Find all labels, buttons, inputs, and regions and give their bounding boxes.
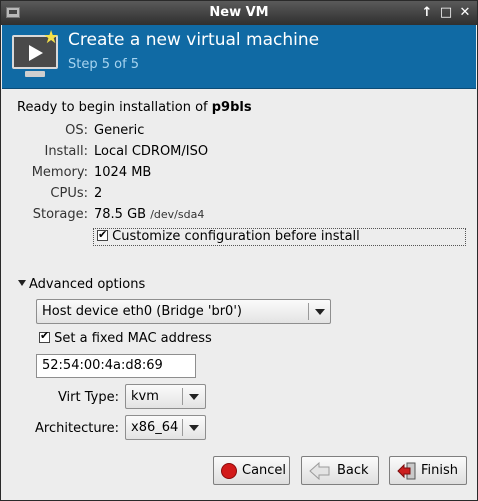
maximize-button[interactable]: □: [437, 4, 455, 22]
storage-value: 78.5 GB /dev/sda4: [94, 207, 205, 222]
cancel-button[interactable]: Cancel: [213, 456, 290, 485]
fixed-mac-label: Set a fixed MAC address: [54, 331, 212, 346]
os-value: Generic: [94, 123, 145, 138]
install-label: Install:: [44, 144, 88, 159]
checkbox-icon: [97, 227, 108, 243]
expander-triangle-icon: [18, 280, 26, 286]
architecture-value: x86_64: [131, 420, 179, 435]
architecture-select[interactable]: x86_64: [125, 415, 206, 440]
storage-device: /dev/sda4: [150, 208, 205, 221]
finish-button[interactable]: Finish: [389, 456, 467, 485]
cpus-value: 2: [94, 186, 103, 201]
back-button[interactable]: Back: [301, 456, 379, 485]
star-icon: ★: [43, 27, 60, 48]
customize-label: Customize configuration before install: [112, 229, 360, 244]
storage-label: Storage:: [32, 207, 88, 222]
finish-label: Finish: [421, 463, 459, 478]
virt-type-select[interactable]: kvm: [125, 384, 206, 409]
close-button[interactable]: ✕: [456, 4, 474, 22]
wizard-banner: ★ Create a new virtual machine Step 5 of…: [2, 25, 476, 89]
chevron-down-icon: [189, 394, 199, 400]
new-vm-window: New VM ↑ □ ✕ ★ Create a new virtual mach…: [0, 0, 478, 501]
os-label: OS:: [65, 123, 88, 138]
install-value: Local CDROM/ISO: [94, 144, 209, 159]
customize-before-install-checkbox[interactable]: Customize configuration before install: [93, 227, 466, 246]
ready-text: Ready to begin installation of p9bls: [17, 100, 252, 115]
network-select-value: Host device eth0 (Bridge 'br0'): [42, 304, 242, 319]
wizard-headline: Create a new virtual machine: [68, 30, 320, 50]
chevron-down-icon: [189, 425, 199, 431]
cpus-label: CPUs:: [50, 186, 88, 201]
cancel-label: Cancel: [242, 463, 287, 478]
back-label: Back: [337, 463, 369, 478]
back-arrow-icon: [309, 462, 330, 480]
memory-label: Memory:: [31, 165, 88, 180]
shade-button[interactable]: ↑: [418, 4, 436, 22]
title-bar[interactable]: New VM ↑ □ ✕: [1, 1, 477, 25]
advanced-options-expander[interactable]: Advanced options: [18, 277, 145, 292]
wizard-step: Step 5 of 5: [68, 57, 140, 72]
chevron-down-icon: [315, 309, 325, 315]
checkbox-icon: [39, 329, 50, 343]
architecture-label: Architecture:: [35, 421, 119, 436]
advanced-options-label: Advanced options: [29, 277, 146, 292]
mac-address-field[interactable]: 52:54:00:4a:d8:69: [36, 354, 196, 378]
finish-door-icon: [397, 462, 416, 480]
fixed-mac-checkbox[interactable]: Set a fixed MAC address: [39, 329, 212, 346]
network-select[interactable]: Host device eth0 (Bridge 'br0'): [36, 299, 331, 324]
vm-name: p9bls: [211, 100, 252, 115]
window-title: New VM: [209, 5, 269, 20]
virt-type-label: Virt Type:: [57, 390, 119, 405]
memory-value: 1024 MB: [94, 165, 152, 180]
virt-type-value: kvm: [131, 389, 159, 404]
stop-icon: [221, 463, 237, 479]
